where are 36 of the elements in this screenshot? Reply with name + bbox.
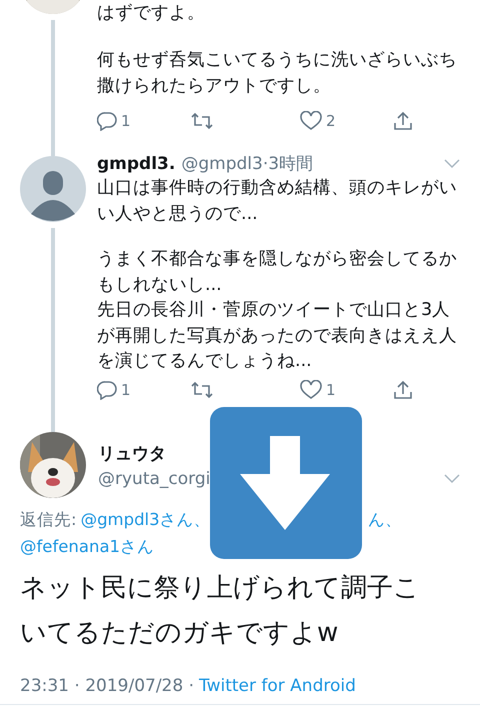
- tweet-text: いてるただのガキですよw: [20, 617, 340, 650]
- retweet-icon[interactable]: [190, 380, 214, 400]
- download-button[interactable]: [210, 407, 362, 559]
- tweet-text: もしれないし...: [97, 274, 223, 296]
- share-icon[interactable]: [393, 110, 413, 130]
- heart-icon: [300, 110, 322, 130]
- tweet-timestamp: 23:31 · 2019/07/28 ·: [20, 676, 194, 696]
- tweet-text: はずですよ。: [97, 2, 206, 25]
- mention-link[interactable]: @gmpdl3さん、: [80, 506, 211, 533]
- user-handle: @ryuta_corgi: [98, 468, 210, 491]
- tweet-text: うまく不都合な事を隠しながら密会してるか: [97, 248, 458, 271]
- user-name: gmpdl3.: [97, 154, 176, 174]
- reply-button[interactable]: 1: [97, 110, 131, 130]
- reply-icon: [97, 110, 117, 130]
- reply-button[interactable]: 1: [97, 380, 131, 400]
- user-handle: @gmpdl3·3時間: [181, 153, 314, 175]
- heart-icon: [300, 380, 322, 400]
- mention-link[interactable]: @fefenana1さん: [20, 533, 154, 560]
- tweet-text: が再開した写真があったので表向きはええ人: [97, 324, 458, 348]
- tweet-text: い人やと思うので...: [97, 202, 259, 226]
- source-link[interactable]: Twitter for Android: [199, 676, 356, 696]
- tweet-text: 山口は事件時の行動含め結構、頭のキレがい: [97, 177, 458, 200]
- user-name: リュウタ: [98, 443, 167, 466]
- retweet-icon[interactable]: [190, 110, 214, 130]
- share-icon[interactable]: [393, 380, 413, 400]
- tweet-text: を演じてるんでしょうね...: [97, 350, 313, 373]
- reply-label: 返信先:: [20, 509, 77, 531]
- like-button[interactable]: 1: [300, 380, 336, 400]
- tweet-text: 先日の長谷川・菅原のツイートで山口と3人: [97, 299, 452, 322]
- tweet-text: 何もせず呑気こいてるうちに洗いざらいぶち: [97, 48, 458, 72]
- arrow-down-icon: [240, 436, 332, 530]
- tweet-text: 撒けられたらアウトですし。: [97, 75, 332, 98]
- tweet-text: ネット民に祭り上げられて調子こ: [20, 572, 421, 605]
- mention-link[interactable]: ん、: [368, 506, 402, 533]
- like-button[interactable]: 2: [300, 110, 336, 130]
- reply-icon: [97, 380, 117, 400]
